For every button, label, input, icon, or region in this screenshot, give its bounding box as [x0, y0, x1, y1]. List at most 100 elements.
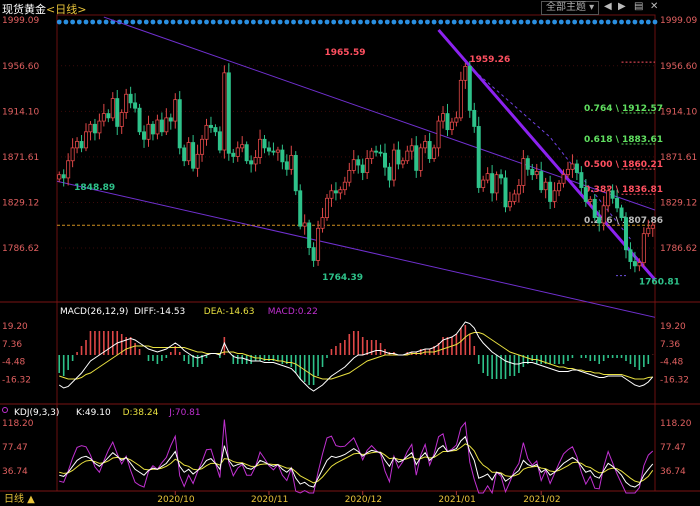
macd-title: MACD(26,12,9) — [60, 307, 128, 317]
candle-body — [191, 142, 196, 169]
candle-body — [374, 150, 379, 153]
candle-body — [275, 149, 280, 153]
candle-body — [378, 151, 383, 154]
candle-body — [222, 72, 227, 151]
prev-arrow-icon[interactable]: ◀ — [604, 1, 612, 13]
indicator-dot — [244, 19, 250, 25]
indicator-dot — [599, 19, 604, 25]
y-tick-right: 1999.09 — [660, 16, 697, 26]
candle-body — [383, 152, 388, 168]
candle-body — [298, 190, 303, 227]
candle-body — [262, 138, 267, 149]
indicator-dot — [96, 19, 102, 25]
next-arrow-icon[interactable]: ▶ — [618, 1, 626, 13]
y-tick-left: 118.20 — [2, 419, 34, 429]
indicator-dot — [632, 19, 638, 25]
candle-body — [124, 93, 129, 113]
candle-body — [623, 217, 628, 251]
y-tick-left: 1786.62 — [2, 244, 39, 254]
candle-body — [150, 123, 155, 135]
candle-body — [365, 158, 370, 173]
candle-body — [499, 174, 504, 179]
candle-body — [155, 119, 160, 135]
candle-body — [128, 93, 133, 104]
candle-body — [597, 217, 602, 224]
indicator-dot — [157, 19, 163, 25]
candle-body — [574, 163, 579, 173]
fib-level-label: 0.382 \ 1836.81 — [584, 185, 663, 195]
indicator-dot — [645, 19, 651, 25]
candle-body — [565, 168, 570, 176]
y-tick-right: 1956.60 — [660, 62, 697, 72]
instrument-name: 现货黄金 — [2, 3, 46, 16]
indicator-dot — [384, 19, 390, 25]
indicator-dot — [491, 19, 497, 25]
y-tick-right: -16.32 — [660, 375, 689, 385]
candle-body — [552, 190, 557, 202]
indicator-dot — [532, 19, 537, 25]
indicator-dot — [438, 19, 444, 25]
theme-dropdown[interactable]: 全部主题 ▾ — [541, 1, 600, 15]
candle-body — [619, 207, 624, 218]
indicator-dot — [364, 19, 370, 25]
candle-body — [289, 154, 294, 170]
kdj-legend: J:70.81 — [168, 408, 200, 418]
indicator-dot — [458, 19, 464, 25]
candle-body — [543, 181, 548, 191]
indicator-dot — [297, 19, 303, 25]
candle-body — [610, 190, 615, 199]
candle-body — [293, 154, 298, 192]
candle-body — [632, 261, 637, 267]
candle-body — [503, 177, 508, 208]
indicator-dot — [552, 19, 557, 25]
candle-body — [249, 160, 254, 165]
candle-body — [70, 147, 75, 162]
candle-body — [400, 160, 405, 165]
indicator-dot — [592, 19, 598, 25]
indicator-dot — [425, 19, 430, 25]
candle-body — [168, 117, 173, 122]
candle-body — [137, 107, 142, 133]
kdj-k-line — [59, 435, 654, 488]
indicator-dot — [358, 19, 363, 25]
candle-body — [445, 113, 450, 131]
indicator-dot — [277, 19, 283, 25]
candle-body — [356, 159, 361, 166]
indicator-dot — [565, 19, 571, 25]
close-icon[interactable]: ✕ — [650, 1, 658, 13]
indicator-dot — [378, 19, 383, 25]
candle-body — [583, 187, 588, 202]
indicator-dot — [170, 19, 176, 25]
candle-body — [436, 120, 441, 149]
indicator-dot — [344, 19, 350, 25]
indicator-dot — [150, 19, 156, 25]
indicator-dot — [337, 19, 343, 25]
candle-body — [320, 217, 325, 229]
candle-body — [284, 161, 289, 170]
candle-body — [182, 147, 187, 162]
timeframe-label[interactable]: <日线> — [46, 3, 86, 16]
kdj-j-line — [59, 419, 654, 495]
indicator-dot — [123, 19, 129, 25]
menu-icon[interactable]: ▤ — [634, 1, 643, 13]
candle-body — [226, 72, 231, 154]
y-tick-right: 77.47 — [660, 443, 686, 453]
indicator-dot — [585, 19, 591, 25]
indicator-dot — [90, 19, 96, 25]
indicator-dot — [538, 19, 544, 25]
candle-body — [101, 113, 106, 122]
y-tick-right: 7.36 — [660, 340, 680, 350]
indicator-dot — [237, 19, 243, 25]
candle-body — [159, 119, 164, 133]
candle-body — [516, 185, 521, 195]
bottom-timeframe[interactable]: 日线 ▲ — [4, 492, 35, 505]
indicator-dot — [210, 19, 216, 25]
indicator-dot — [505, 19, 511, 25]
x-tick-label: 2021/02 — [523, 495, 560, 505]
price-annotation: 1764.39 — [322, 273, 363, 283]
candle-body — [414, 145, 419, 171]
candle-body — [409, 145, 414, 152]
candle-body — [615, 197, 620, 209]
macd-histogram — [58, 325, 654, 385]
plot-frame — [56, 14, 656, 492]
